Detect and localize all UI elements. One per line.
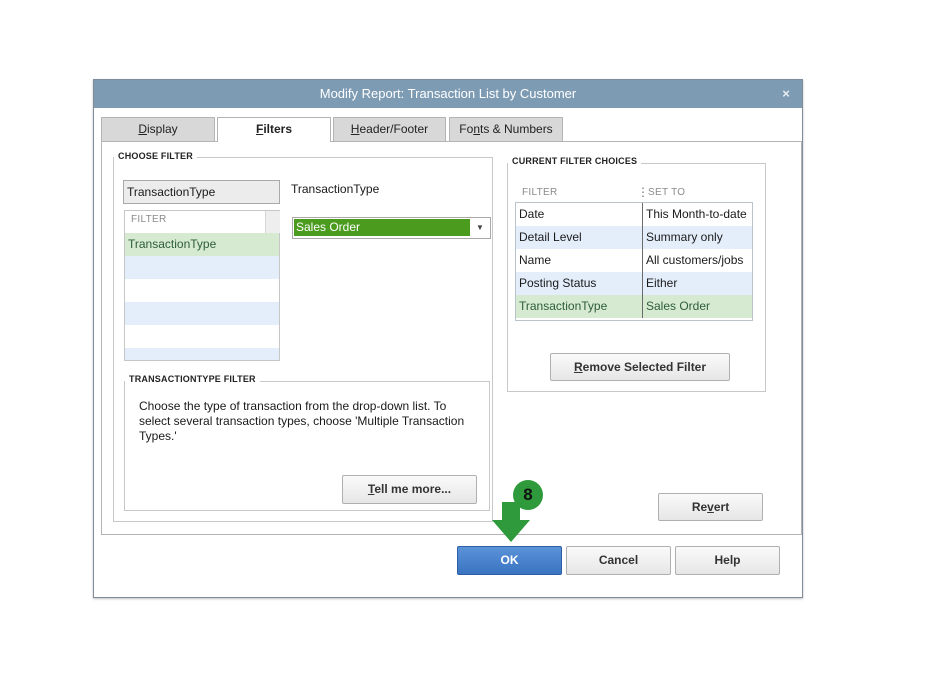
filters-tab-panel: CHOOSE FILTER TransactionType FILTER Tra… [101,141,802,535]
tab-display[interactable]: Display [101,117,215,141]
remove-selected-filter-button[interactable]: Remove Selected Filter [550,353,730,381]
dialog-title: Modify Report: Transaction List by Custo… [319,86,577,101]
transaction-type-dropdown[interactable]: Sales Order ▼ [292,217,491,239]
close-icon[interactable]: × [778,80,794,108]
filter-search-input[interactable]: TransactionType [123,180,280,204]
selected-filter-label: TransactionType [291,182,380,196]
dialog-title-bar: Modify Report: Transaction List by Custo… [94,80,802,108]
modify-report-dialog: Modify Report: Transaction List by Custo… [93,79,803,598]
table-row[interactable]: Detail Level Summary only [516,226,752,249]
down-arrow-icon [492,502,530,542]
help-button[interactable]: Help [675,546,780,575]
filter-list-item[interactable] [125,302,279,325]
table-row[interactable]: Date This Month-to-date [516,203,752,226]
tab-header-footer[interactable]: Header/Footer [333,117,446,141]
filter-list-item[interactable] [125,325,279,348]
filter-list: FILTER TransactionType [124,210,280,361]
chevron-down-icon[interactable]: ▼ [471,219,489,236]
filter-list-item[interactable] [125,256,279,279]
cancel-button[interactable]: Cancel [566,546,671,575]
filter-list-item[interactable]: TransactionType [125,233,279,256]
tell-me-more-button[interactable]: Tell me more... [342,475,477,504]
choose-filter-title: CHOOSE FILTER [114,150,197,162]
tab-filters[interactable]: Filters [217,117,331,142]
current-filter-choices-title: CURRENT FILTER CHOICES [508,155,642,167]
list-scroll-corner [265,211,280,233]
dropdown-selected-value: Sales Order [294,219,470,236]
filter-list-header: FILTER [131,214,167,225]
table-row[interactable]: Posting Status Either [516,272,752,295]
table-row[interactable]: Name All customers/jobs [516,249,752,272]
ok-button[interactable]: OK [457,546,562,575]
current-choices-set-to-header: SET TO [648,187,686,198]
current-choices-filter-header: FILTER [522,187,558,198]
tab-fonts-numbers[interactable]: Fonts & Numbers [449,117,563,141]
transactiontype-filter-title: TRANSACTIONTYPE FILTER [125,373,260,385]
current-filter-table: Date This Month-to-date Detail Level Sum… [515,202,753,321]
revert-button[interactable]: Revert [658,493,763,521]
filter-list-item[interactable] [125,279,279,302]
filter-help-text: Choose the type of transaction from the … [139,399,465,443]
filter-list-item[interactable] [125,348,279,360]
table-row[interactable]: TransactionType Sales Order [516,295,752,318]
